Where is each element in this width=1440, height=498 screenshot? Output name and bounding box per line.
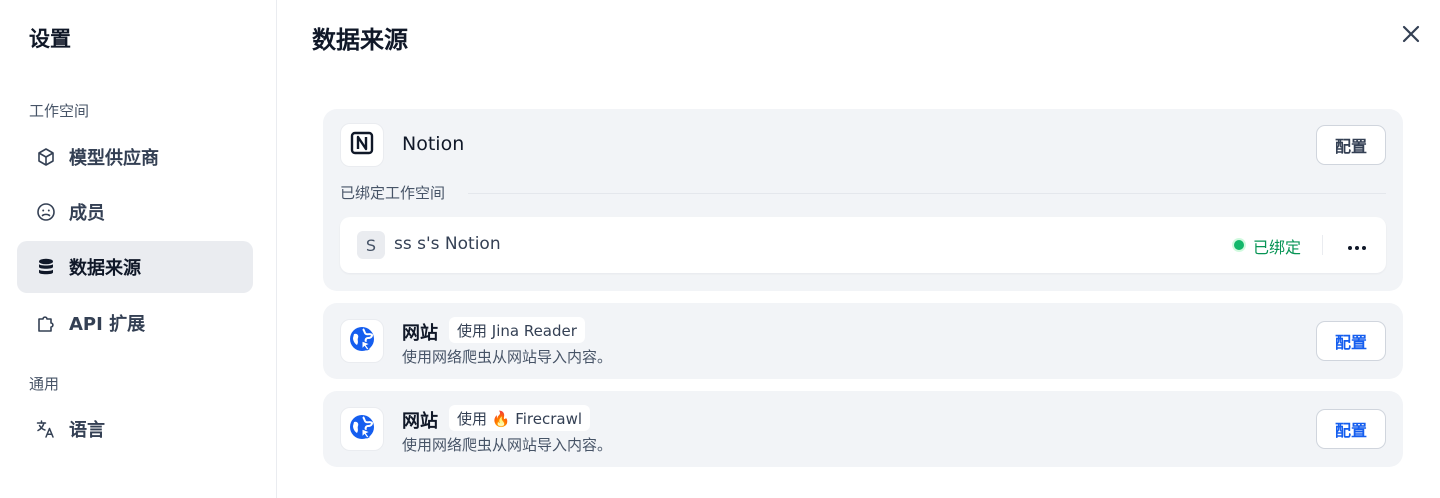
provider-tag: 使用 🔥 Firecrawl	[449, 405, 591, 431]
sidebar-title: 设置	[29, 27, 71, 51]
jina-config-button[interactable]: 配置	[1316, 321, 1386, 361]
notion-icon	[349, 130, 375, 160]
website-description: 使用网络爬虫从网站导入内容。	[402, 436, 613, 454]
website-jina-card: 网站 使用 Jina Reader 使用网络爬虫从网站导入内容。 配置	[323, 303, 1403, 379]
close-button[interactable]	[1398, 23, 1424, 49]
page-title: 数据来源	[312, 26, 408, 54]
cube-icon	[35, 146, 57, 168]
workspace-avatar: S	[357, 231, 385, 259]
sidebar-item-label: 数据来源	[69, 258, 141, 279]
sidebar-item-label: API 扩展	[69, 314, 146, 335]
globe-icon	[348, 325, 376, 357]
notion-logo	[340, 123, 384, 167]
puzzle-icon	[35, 312, 57, 334]
website-title: 网站	[402, 411, 438, 432]
close-icon	[1402, 25, 1420, 47]
sidebar-item-members[interactable]: 成员	[17, 186, 253, 238]
sidebar-item-api-extension[interactable]: API 扩展	[17, 297, 253, 349]
website-logo	[340, 319, 384, 363]
workspace-row: S ss s's Notion 已绑定	[340, 217, 1386, 273]
sidebar-item-model-provider[interactable]: 模型供应商	[17, 131, 253, 183]
section-label-workspace: 工作空间	[29, 102, 90, 120]
sidebar-item-label: 成员	[69, 203, 105, 224]
members-icon	[35, 201, 57, 223]
notion-name: Notion	[402, 133, 465, 155]
sidebar-item-data-source[interactable]: 数据来源	[17, 241, 253, 293]
section-label-general: 通用	[29, 375, 60, 393]
firecrawl-config-button[interactable]: 配置	[1316, 409, 1386, 449]
globe-icon	[348, 413, 376, 445]
provider-tag: 使用 Jina Reader	[449, 317, 585, 343]
translate-icon	[35, 418, 57, 440]
more-options-button[interactable]	[1343, 231, 1371, 259]
notion-config-button[interactable]: 配置	[1316, 125, 1386, 165]
website-logo	[340, 407, 384, 451]
divider	[1322, 235, 1323, 255]
database-icon	[35, 256, 57, 278]
settings-sidebar: 设置 工作空间 模型供应商 成员 数据来源 API 扩展 通用 语言	[0, 0, 277, 498]
bound-workspaces-label: 已绑定工作空间	[340, 184, 446, 202]
website-title: 网站	[402, 323, 438, 344]
status-dot	[1234, 240, 1244, 250]
website-description: 使用网络爬虫从网站导入内容。	[402, 348, 613, 366]
more-horizontal-icon	[1347, 236, 1367, 255]
website-firecrawl-card: 网站 使用 🔥 Firecrawl 使用网络爬虫从网站导入内容。 配置	[323, 391, 1403, 467]
notion-card: Notion 配置 已绑定工作空间 S ss s's Notion 已绑定	[323, 109, 1403, 291]
workspace-name: ss s's Notion	[394, 234, 501, 254]
divider	[468, 193, 1386, 194]
sidebar-item-language[interactable]: 语言	[17, 403, 253, 455]
sidebar-item-label: 模型供应商	[69, 148, 159, 169]
sidebar-item-label: 语言	[69, 420, 105, 441]
status-badge: 已绑定	[1253, 238, 1302, 257]
